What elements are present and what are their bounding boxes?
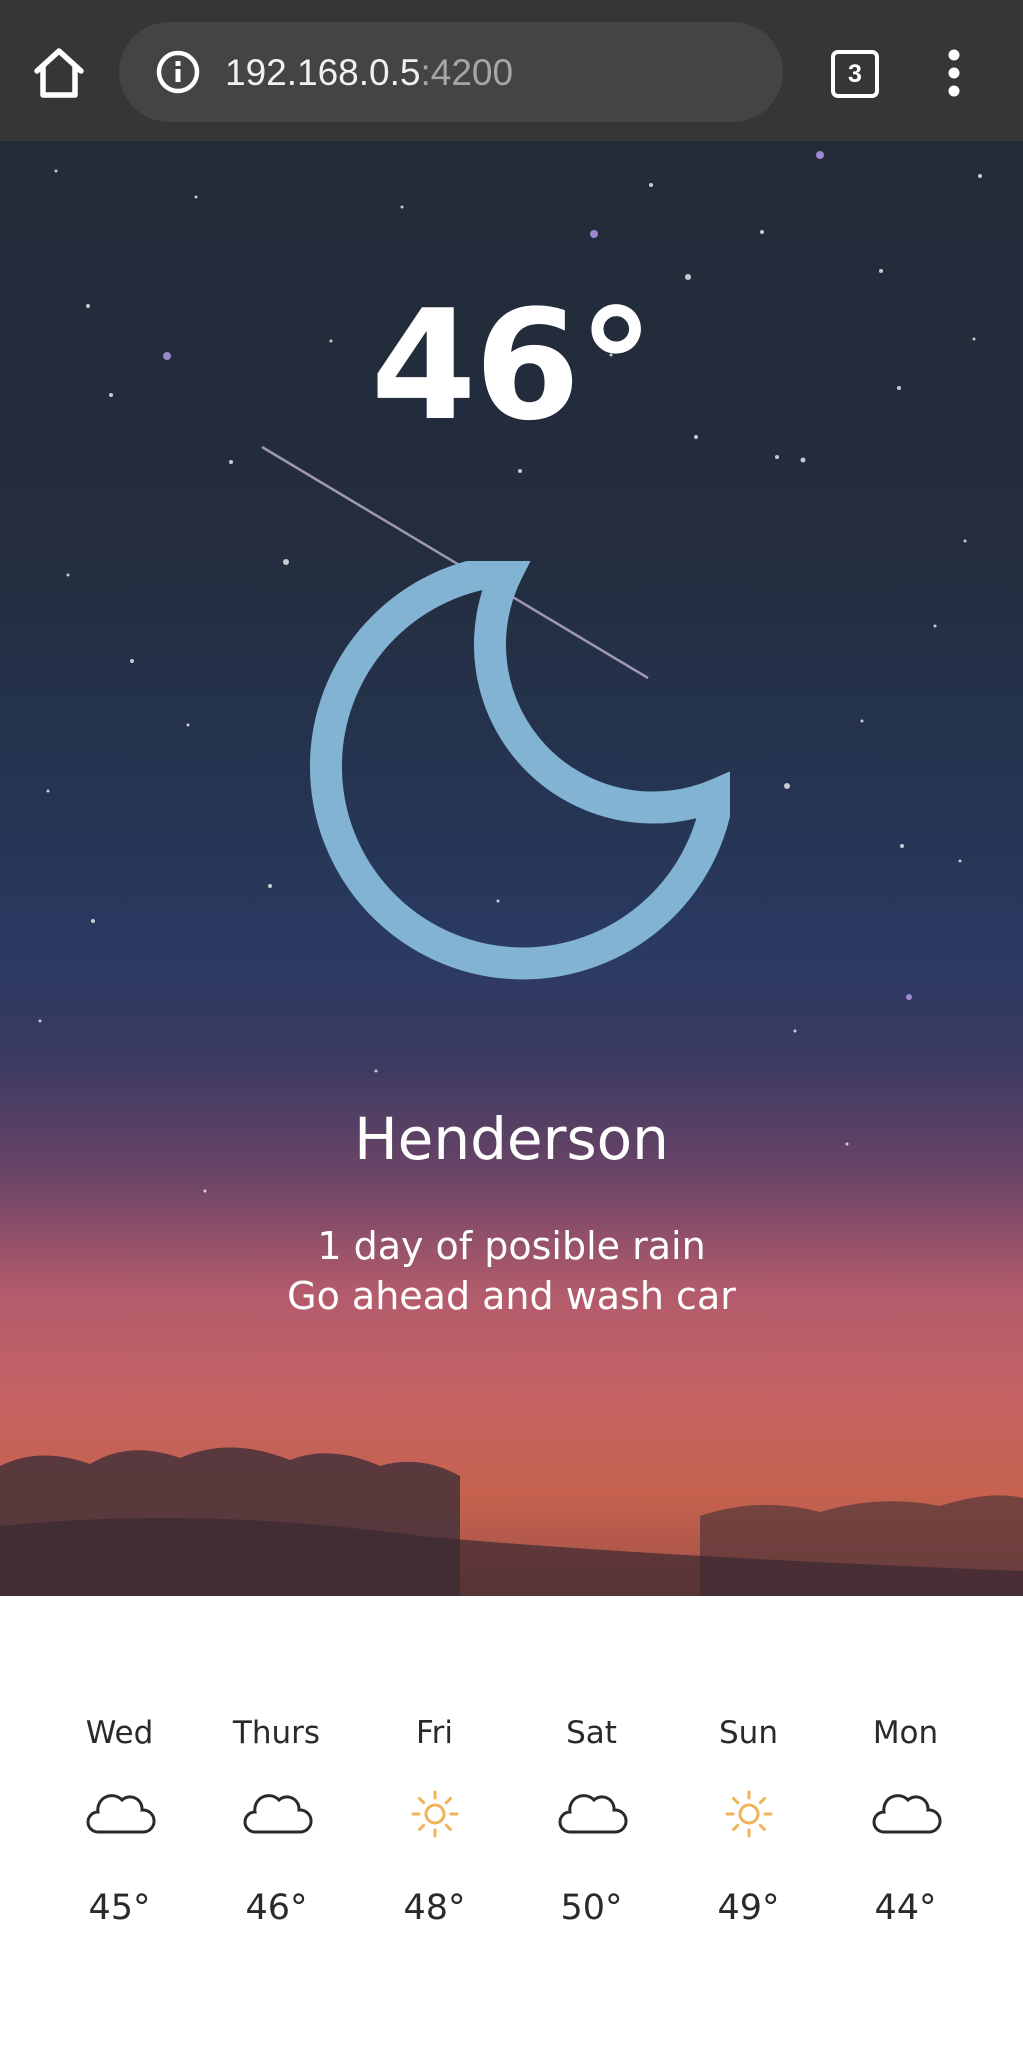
- city-name: Henderson: [354, 1105, 669, 1173]
- day-temperature: 46°: [245, 1888, 308, 1928]
- forecast-message-line1: 1 day of posible rain: [317, 1224, 706, 1268]
- weekly-forecast: Wed 45° Thurs 46° Fri 48° Sat 50° Sun 49…: [0, 1596, 1023, 2048]
- day-name: Thurs: [232, 1715, 321, 1751]
- day-temperature: 44°: [874, 1888, 937, 1928]
- cloud-icon: [243, 1794, 313, 1834]
- day-name: Wed: [85, 1715, 154, 1751]
- browser-toolbar: 192.168.0.5:4200 3: [0, 0, 1023, 141]
- tab-switcher-button[interactable]: 3: [831, 50, 879, 98]
- forecast-message-line2: Go ahead and wash car: [287, 1274, 736, 1318]
- day-name: Sat: [566, 1715, 617, 1751]
- browser-menu-button[interactable]: [930, 46, 978, 100]
- home-button[interactable]: [28, 42, 90, 104]
- cloud-icon: [86, 1794, 156, 1834]
- sun-icon: [725, 1790, 773, 1838]
- day-temperature: 48°: [403, 1888, 466, 1928]
- weather-hero: 46° Henderson 1 day of posible rain Go a…: [0, 141, 1023, 1596]
- cloud-icon: [558, 1794, 628, 1834]
- url-host: 192.168.0.5: [225, 52, 421, 93]
- horizon-clouds: [0, 1447, 1023, 1596]
- url-text[interactable]: 192.168.0.5:4200: [225, 48, 513, 98]
- day-name: Mon: [872, 1715, 939, 1751]
- current-temperature: 46°: [370, 277, 655, 454]
- day-name: Sun: [719, 1715, 778, 1751]
- day-name: Fri: [416, 1715, 453, 1751]
- sun-icon: [411, 1790, 459, 1838]
- info-icon: [156, 50, 200, 94]
- site-info-button[interactable]: [155, 49, 201, 95]
- more-vert-icon: [948, 49, 960, 97]
- url-port: :4200: [420, 52, 514, 93]
- day-temperature: 49°: [717, 1888, 780, 1928]
- moon-icon: [309, 561, 730, 980]
- day-temperature: 50°: [560, 1888, 623, 1928]
- cloud-icon: [872, 1794, 942, 1834]
- home-icon: [34, 48, 84, 98]
- day-temperature: 45°: [88, 1888, 151, 1928]
